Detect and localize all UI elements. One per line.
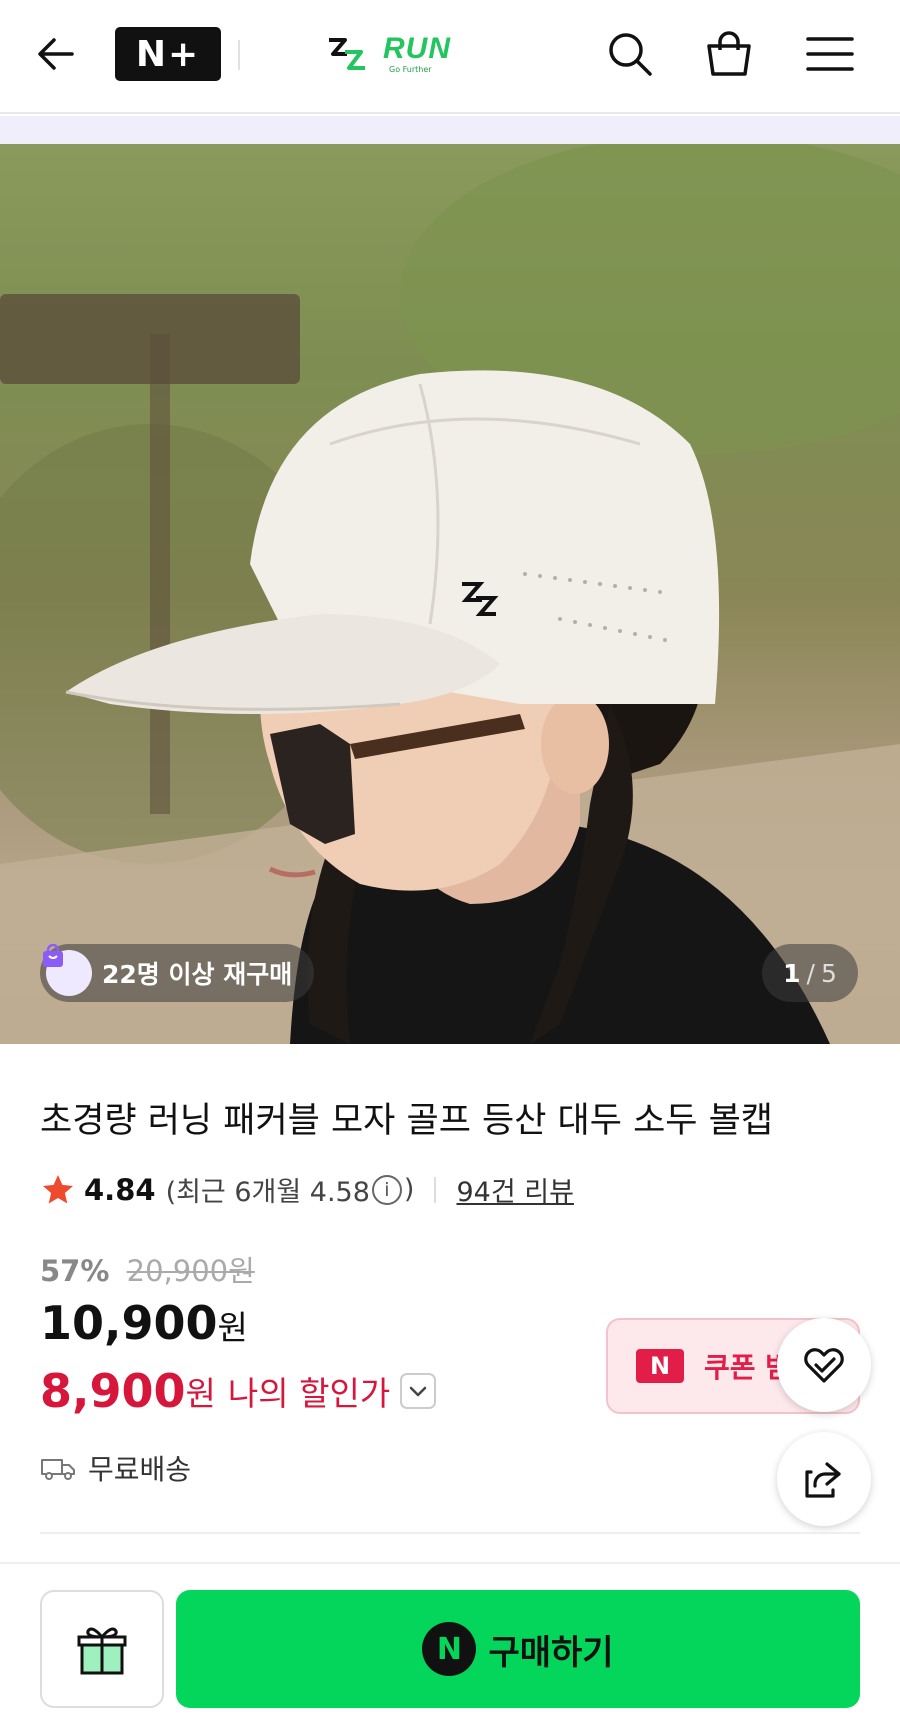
shipping-info: 무료배송 bbox=[40, 1448, 191, 1488]
counter-current: 1 bbox=[783, 958, 801, 988]
info-icon[interactable]: i bbox=[371, 1174, 402, 1205]
gift-button[interactable] bbox=[40, 1590, 164, 1708]
hamburger-menu-icon bbox=[806, 37, 854, 71]
discount-row: 57% 20,900원 bbox=[40, 1248, 255, 1290]
star-icon bbox=[43, 1174, 73, 1203]
review-count-link[interactable]: 94건 리뷰 bbox=[456, 1170, 573, 1209]
shopping-bag-icon bbox=[43, 944, 92, 996]
repurchase-badge: 22명 이상 재구매 bbox=[40, 944, 315, 1002]
sale-price: 10,900 bbox=[40, 1296, 218, 1350]
naver-logo: N bbox=[636, 1349, 684, 1383]
menu-button[interactable] bbox=[798, 22, 862, 86]
image-counter: 1 / 5 bbox=[762, 944, 858, 1002]
product-page: N+ RUN Go Further 22명 이상 재구매 1 / 5 초경량 러… bbox=[0, 0, 900, 1716]
shipping-label: 무료배송 bbox=[88, 1453, 192, 1486]
counter-total: 5 bbox=[820, 958, 837, 988]
nplus-logo[interactable]: N+ bbox=[115, 27, 221, 81]
shopping-bag-icon bbox=[707, 31, 751, 76]
original-price: 20,900원 bbox=[126, 1254, 255, 1288]
product-image-carousel[interactable]: 22명 이상 재구매 1 / 5 bbox=[0, 144, 900, 1044]
brand-name: RUN bbox=[383, 32, 451, 65]
cart-button[interactable] bbox=[697, 22, 761, 86]
buy-label: 구매하기 bbox=[488, 1632, 614, 1673]
counter-separator: / bbox=[806, 958, 815, 988]
brand-mark-icon bbox=[329, 38, 365, 70]
rating-value: 4.84 bbox=[84, 1172, 156, 1207]
share-icon bbox=[805, 1462, 841, 1498]
wishlist-button[interactable] bbox=[777, 1318, 871, 1412]
search-button[interactable] bbox=[598, 22, 662, 86]
share-button[interactable] bbox=[777, 1432, 871, 1526]
chevron-down-icon bbox=[409, 1386, 427, 1397]
search-icon bbox=[609, 33, 652, 76]
recent-rating: (최근 6개월 4.58 bbox=[165, 1177, 370, 1208]
header-divider bbox=[238, 40, 240, 70]
my-price-label: 나의 할인가 bbox=[227, 1374, 391, 1413]
sale-price-unit: 원 bbox=[217, 1308, 248, 1347]
truck-icon bbox=[41, 1459, 75, 1480]
heart-check-icon bbox=[804, 1348, 844, 1383]
my-discount-price: 8,900 bbox=[40, 1364, 186, 1418]
gift-icon bbox=[77, 1627, 127, 1675]
recent-rating-close: ) bbox=[403, 1174, 415, 1205]
bottom-action-bar: N 구매하기 bbox=[0, 1562, 900, 1716]
my-price-unit: 원 bbox=[185, 1374, 216, 1413]
buy-now-button[interactable]: N 구매하기 bbox=[176, 1590, 860, 1708]
top-header: N+ RUN Go Further bbox=[0, 0, 900, 114]
promo-strip bbox=[0, 116, 900, 144]
product-photo bbox=[0, 144, 900, 1044]
product-title: 초경량 러닝 패커블 모자 골프 등산 대두 소두 볼캡 bbox=[40, 1101, 774, 1141]
repurchase-label: 22명 이상 재구매 bbox=[102, 960, 293, 989]
back-button[interactable] bbox=[24, 22, 88, 86]
price-row: 10,900원 bbox=[40, 1296, 248, 1350]
brand-logo[interactable]: RUN Go Further bbox=[325, 28, 455, 78]
arrow-left-icon bbox=[38, 38, 74, 70]
my-price-row[interactable]: 8,900 원 나의 할인가 bbox=[40, 1364, 437, 1418]
rating-divider bbox=[434, 1176, 437, 1203]
discount-rate: 57% bbox=[40, 1254, 110, 1288]
expand-button[interactable] bbox=[400, 1373, 437, 1409]
naver-pay-logo: N bbox=[422, 1622, 477, 1676]
section-divider bbox=[40, 1532, 860, 1534]
rating-row: 4.84 (최근 6개월 4.58 i ) 94건 리뷰 bbox=[40, 1170, 574, 1209]
brand-tagline: Go Further bbox=[389, 65, 432, 74]
